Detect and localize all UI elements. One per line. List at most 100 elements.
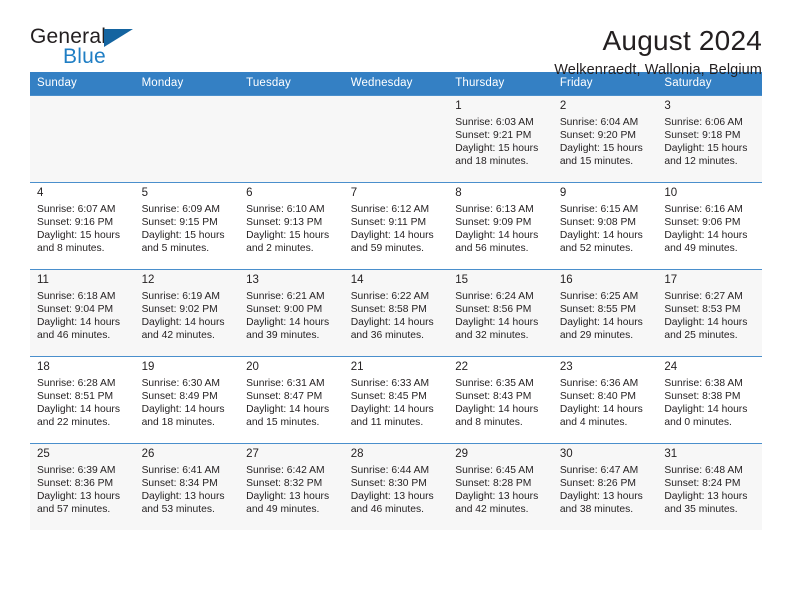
triangle-icon xyxy=(104,29,133,47)
day-cell-content xyxy=(239,96,344,182)
calendar-grid: Sunday Monday Tuesday Wednesday Thursday… xyxy=(30,72,762,530)
calendar-empty-cell xyxy=(343,95,449,183)
day-cell-content: 18 Sunrise: 6:28 AM Sunset: 8:51 PM Dayli… xyxy=(30,357,135,443)
day-cell-content: 29 Sunrise: 6:45 AM Sunset: 8:28 PM Dayli… xyxy=(448,444,553,530)
day-number: 28 xyxy=(350,448,364,460)
day-cell-content: 1 Sunrise: 6:03 AM Sunset: 9:21 PM Daylig… xyxy=(448,96,553,182)
calendar-page: General Blue August 2024 Welkenraedt, Wa… xyxy=(0,0,792,612)
sun-times-detail: Sunrise: 6:13 AM Sunset: 9:09 PM Dayligh… xyxy=(455,204,539,255)
calendar-day-cell[interactable]: 6 Sunrise: 6:10 AM Sunset: 9:13 PM Daylig… xyxy=(239,182,344,270)
calendar-day-cell[interactable]: 7 Sunrise: 6:12 AM Sunset: 9:11 PM Daylig… xyxy=(343,182,449,270)
day-number: 6 xyxy=(246,187,253,199)
day-cell-content: 24 Sunrise: 6:38 AM Sunset: 8:38 PM Dayli… xyxy=(657,357,762,443)
day-number: 22 xyxy=(455,361,469,373)
calendar-day-cell[interactable]: 19 Sunrise: 6:30 AM Sunset: 8:49 PM Dayli… xyxy=(134,356,240,444)
calendar-day-cell[interactable]: 24 Sunrise: 6:38 AM Sunset: 8:38 PM Dayli… xyxy=(657,356,762,444)
calendar-day-cell[interactable]: 9 Sunrise: 6:15 AM Sunset: 9:08 PM Daylig… xyxy=(552,182,658,270)
calendar-day-cell[interactable]: 27 Sunrise: 6:42 AM Sunset: 8:32 PM Dayli… xyxy=(239,443,344,530)
day-number: 8 xyxy=(455,187,462,199)
sun-times-detail: Sunrise: 6:16 AM Sunset: 9:06 PM Dayligh… xyxy=(664,204,748,255)
calendar-day-cell[interactable]: 18 Sunrise: 6:28 AM Sunset: 8:51 PM Dayli… xyxy=(30,356,135,444)
sun-times-detail: Sunrise: 6:45 AM Sunset: 8:28 PM Dayligh… xyxy=(455,465,539,516)
calendar-day-cell[interactable]: 15 Sunrise: 6:24 AM Sunset: 8:56 PM Dayli… xyxy=(448,269,553,357)
brand-name-blue: Blue xyxy=(63,45,106,68)
day-cell-content: 10 Sunrise: 6:16 AM Sunset: 9:06 PM Dayli… xyxy=(657,183,762,269)
calendar-day-cell[interactable]: 14 Sunrise: 6:22 AM Sunset: 8:58 PM Dayli… xyxy=(343,269,449,357)
calendar-body: 1 Sunrise: 6:03 AM Sunset: 9:21 PM Daylig… xyxy=(30,95,762,530)
title-block: August 2024 Welkenraedt, Wallonia, Belgi… xyxy=(554,25,762,79)
calendar-week-row: 25 Sunrise: 6:39 AM Sunset: 8:36 PM Dayli… xyxy=(30,443,762,530)
day-number: 24 xyxy=(664,361,678,373)
day-number: 11 xyxy=(37,274,49,286)
sun-times-detail: Sunrise: 6:18 AM Sunset: 9:04 PM Dayligh… xyxy=(37,291,120,342)
day-number: 2 xyxy=(559,100,567,112)
sun-times-detail: Sunrise: 6:36 AM Sunset: 8:40 PM Dayligh… xyxy=(559,378,643,429)
day-cell-content: 23 Sunrise: 6:36 AM Sunset: 8:40 PM Dayli… xyxy=(553,357,658,443)
calendar-empty-cell xyxy=(134,95,240,183)
brand-logo[interactable]: General Blue xyxy=(30,26,150,80)
calendar-day-cell[interactable]: 26 Sunrise: 6:41 AM Sunset: 8:34 PM Dayli… xyxy=(134,443,240,530)
sun-times-detail: Sunrise: 6:27 AM Sunset: 8:53 PM Dayligh… xyxy=(664,291,748,342)
day-number: 9 xyxy=(559,187,567,199)
day-cell-content: 8 Sunrise: 6:13 AM Sunset: 9:09 PM Daylig… xyxy=(448,183,553,269)
day-number: 30 xyxy=(559,448,573,460)
calendar-day-cell[interactable]: 30 Sunrise: 6:47 AM Sunset: 8:26 PM Dayli… xyxy=(552,443,658,530)
day-number: 25 xyxy=(37,448,50,460)
day-cell-content: 26 Sunrise: 6:41 AM Sunset: 8:34 PM Dayli… xyxy=(135,444,240,530)
calendar-day-cell[interactable]: 17 Sunrise: 6:27 AM Sunset: 8:53 PM Dayli… xyxy=(657,269,762,357)
day-cell-content: 15 Sunrise: 6:24 AM Sunset: 8:56 PM Dayli… xyxy=(448,270,553,356)
day-cell-content: 6 Sunrise: 6:10 AM Sunset: 9:13 PM Daylig… xyxy=(239,183,344,269)
day-number: 5 xyxy=(141,187,148,199)
calendar-day-cell[interactable]: 3 Sunrise: 6:06 AM Sunset: 9:18 PM Daylig… xyxy=(657,95,762,183)
calendar-day-cell[interactable]: 13 Sunrise: 6:21 AM Sunset: 9:00 PM Dayli… xyxy=(239,269,344,357)
day-number: 12 xyxy=(141,274,155,286)
sun-times-detail: Sunrise: 6:21 AM Sunset: 9:00 PM Dayligh… xyxy=(246,291,330,342)
page-title: August 2024 xyxy=(602,25,762,56)
day-cell-content: 31 Sunrise: 6:48 AM Sunset: 8:24 PM Dayli… xyxy=(657,444,762,530)
column-header-wednesday: Wednesday xyxy=(343,72,449,96)
day-number: 4 xyxy=(37,187,44,199)
column-header-monday: Monday xyxy=(134,72,240,96)
calendar-week-row: 1 Sunrise: 6:03 AM Sunset: 9:21 PM Daylig… xyxy=(30,95,762,183)
calendar-day-cell[interactable]: 25 Sunrise: 6:39 AM Sunset: 8:36 PM Dayli… xyxy=(30,443,135,530)
sun-times-detail: Sunrise: 6:19 AM Sunset: 9:02 PM Dayligh… xyxy=(141,291,225,342)
day-cell-content: 17 Sunrise: 6:27 AM Sunset: 8:53 PM Dayli… xyxy=(657,270,762,356)
day-cell-content: 25 Sunrise: 6:39 AM Sunset: 8:36 PM Dayli… xyxy=(30,444,135,530)
calendar-day-cell[interactable]: 28 Sunrise: 6:44 AM Sunset: 8:30 PM Dayli… xyxy=(343,443,449,530)
calendar-day-cell[interactable]: 16 Sunrise: 6:25 AM Sunset: 8:55 PM Dayli… xyxy=(552,269,658,357)
day-cell-content: 27 Sunrise: 6:42 AM Sunset: 8:32 PM Dayli… xyxy=(239,444,344,530)
day-number: 1 xyxy=(455,100,462,112)
calendar-day-cell[interactable]: 21 Sunrise: 6:33 AM Sunset: 8:45 PM Dayli… xyxy=(343,356,449,444)
sun-times-detail: Sunrise: 6:09 AM Sunset: 9:15 PM Dayligh… xyxy=(141,204,225,255)
brand-name-general: General xyxy=(30,25,107,48)
day-cell-content xyxy=(30,96,135,182)
calendar-day-cell[interactable]: 2 Sunrise: 6:04 AM Sunset: 9:20 PM Daylig… xyxy=(552,95,658,183)
day-cell-content: 2 Sunrise: 6:04 AM Sunset: 9:20 PM Daylig… xyxy=(553,96,658,182)
calendar-day-cell[interactable]: 8 Sunrise: 6:13 AM Sunset: 9:09 PM Daylig… xyxy=(448,182,553,270)
day-number: 19 xyxy=(141,361,155,373)
sun-times-detail: Sunrise: 6:28 AM Sunset: 8:51 PM Dayligh… xyxy=(37,378,120,429)
day-cell-content xyxy=(135,96,240,182)
calendar-day-cell[interactable]: 10 Sunrise: 6:16 AM Sunset: 9:06 PM Dayli… xyxy=(657,182,762,270)
calendar-day-cell[interactable]: 31 Sunrise: 6:48 AM Sunset: 8:24 PM Dayli… xyxy=(657,443,762,530)
calendar-day-cell[interactable]: 22 Sunrise: 6:35 AM Sunset: 8:43 PM Dayli… xyxy=(448,356,553,444)
day-number: 21 xyxy=(350,361,364,373)
calendar-day-cell[interactable]: 23 Sunrise: 6:36 AM Sunset: 8:40 PM Dayli… xyxy=(552,356,658,444)
day-number: 13 xyxy=(246,274,259,286)
sun-times-detail: Sunrise: 6:35 AM Sunset: 8:43 PM Dayligh… xyxy=(455,378,539,429)
calendar-day-cell[interactable]: 5 Sunrise: 6:09 AM Sunset: 9:15 PM Daylig… xyxy=(134,182,240,270)
calendar-day-cell[interactable]: 20 Sunrise: 6:31 AM Sunset: 8:47 PM Dayli… xyxy=(239,356,344,444)
calendar-empty-cell xyxy=(239,95,344,183)
column-header-thursday: Thursday xyxy=(448,72,553,96)
calendar-day-cell[interactable]: 11 Sunrise: 6:18 AM Sunset: 9:04 PM Dayli… xyxy=(30,269,135,357)
calendar-day-cell[interactable]: 12 Sunrise: 6:19 AM Sunset: 9:02 PM Dayli… xyxy=(134,269,240,357)
day-number: 18 xyxy=(37,361,50,373)
calendar-day-cell[interactable]: 1 Sunrise: 6:03 AM Sunset: 9:21 PM Daylig… xyxy=(448,95,553,183)
day-cell-content: 16 Sunrise: 6:25 AM Sunset: 8:55 PM Dayli… xyxy=(553,270,658,356)
day-cell-content: 21 Sunrise: 6:33 AM Sunset: 8:45 PM Dayli… xyxy=(344,357,449,443)
day-number: 27 xyxy=(246,448,259,460)
sun-times-detail: Sunrise: 6:38 AM Sunset: 8:38 PM Dayligh… xyxy=(664,378,748,429)
calendar-day-cell[interactable]: 29 Sunrise: 6:45 AM Sunset: 8:28 PM Dayli… xyxy=(448,443,553,530)
calendar-day-cell[interactable]: 4 Sunrise: 6:07 AM Sunset: 9:16 PM Daylig… xyxy=(30,182,135,270)
day-cell-content: 11 Sunrise: 6:18 AM Sunset: 9:04 PM Dayli… xyxy=(30,270,135,356)
